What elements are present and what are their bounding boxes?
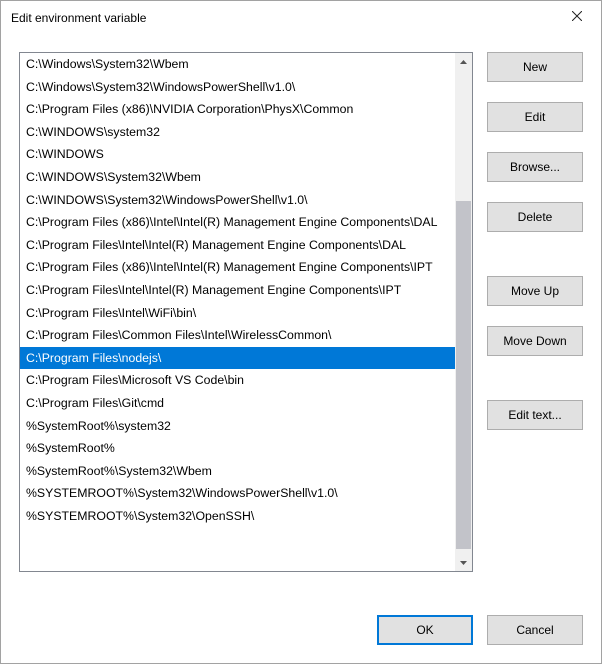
new-button[interactable]: New (487, 52, 583, 82)
chevron-up-icon (460, 60, 467, 64)
list-item[interactable]: C:\WINDOWS\System32\Wbem (20, 166, 455, 189)
move-down-button[interactable]: Move Down (487, 326, 583, 356)
list-item[interactable]: C:\Program Files (x86)\Intel\Intel(R) Ma… (20, 256, 455, 279)
scroll-thumb[interactable] (456, 201, 471, 549)
list-item[interactable]: C:\Program Files (x86)\NVIDIA Corporatio… (20, 98, 455, 121)
cancel-button[interactable]: Cancel (487, 615, 583, 645)
list-item[interactable]: %SYSTEMROOT%\System32\OpenSSH\ (20, 505, 455, 528)
delete-button[interactable]: Delete (487, 202, 583, 232)
edit-env-dialog: Edit environment variable C:\Windows\Sys… (0, 0, 602, 664)
window-title: Edit environment variable (11, 11, 555, 25)
list-item[interactable]: C:\Program Files\Common Files\Intel\Wire… (20, 324, 455, 347)
titlebar: Edit environment variable (1, 1, 601, 34)
side-buttons: New Edit Browse... Delete Move Up Move D… (487, 52, 583, 593)
list-item[interactable]: %SystemRoot% (20, 437, 455, 460)
list-item[interactable]: %SystemRoot%\system32 (20, 415, 455, 438)
close-button[interactable] (555, 2, 599, 30)
list-item[interactable]: C:\Program Files\Intel\Intel(R) Manageme… (20, 234, 455, 257)
scroll-down-button[interactable] (455, 554, 472, 571)
close-icon (572, 11, 582, 21)
scrollbar[interactable] (455, 53, 472, 571)
list-item[interactable]: C:\Program Files (x86)\Intel\Intel(R) Ma… (20, 211, 455, 234)
list-item[interactable]: C:\Program Files\nodejs\ (20, 347, 455, 370)
list-item[interactable]: C:\Program Files\Intel\Intel(R) Manageme… (20, 279, 455, 302)
browse-button[interactable]: Browse... (487, 152, 583, 182)
edit-text-button[interactable]: Edit text... (487, 400, 583, 430)
list-item[interactable]: C:\Windows\System32\Wbem (20, 53, 455, 76)
edit-button[interactable]: Edit (487, 102, 583, 132)
list-item[interactable]: C:\WINDOWS\System32\WindowsPowerShell\v1… (20, 189, 455, 212)
list-item[interactable]: %SystemRoot%\System32\Wbem (20, 460, 455, 483)
dialog-buttons: OK Cancel (19, 593, 583, 645)
scroll-up-button[interactable] (455, 53, 472, 70)
list-item[interactable]: %SYSTEMROOT%\System32\WindowsPowerShell\… (20, 482, 455, 505)
list-item[interactable]: C:\Windows\System32\WindowsPowerShell\v1… (20, 76, 455, 99)
list-item[interactable]: C:\Program Files\Intel\WiFi\bin\ (20, 302, 455, 325)
list-item[interactable]: C:\Program Files\Microsoft VS Code\bin (20, 369, 455, 392)
list-item[interactable]: C:\Program Files\Git\cmd (20, 392, 455, 415)
path-list-inner: C:\Windows\System32\WbemC:\Windows\Syste… (20, 53, 455, 571)
list-item[interactable]: C:\WINDOWS (20, 143, 455, 166)
path-listbox[interactable]: C:\Windows\System32\WbemC:\Windows\Syste… (19, 52, 473, 572)
list-item[interactable]: C:\WINDOWS\system32 (20, 121, 455, 144)
chevron-down-icon (460, 561, 467, 565)
ok-button[interactable]: OK (377, 615, 473, 645)
move-up-button[interactable]: Move Up (487, 276, 583, 306)
scroll-track[interactable] (455, 70, 472, 554)
dialog-content: C:\Windows\System32\WbemC:\Windows\Syste… (1, 34, 601, 663)
main-row: C:\Windows\System32\WbemC:\Windows\Syste… (19, 52, 583, 593)
